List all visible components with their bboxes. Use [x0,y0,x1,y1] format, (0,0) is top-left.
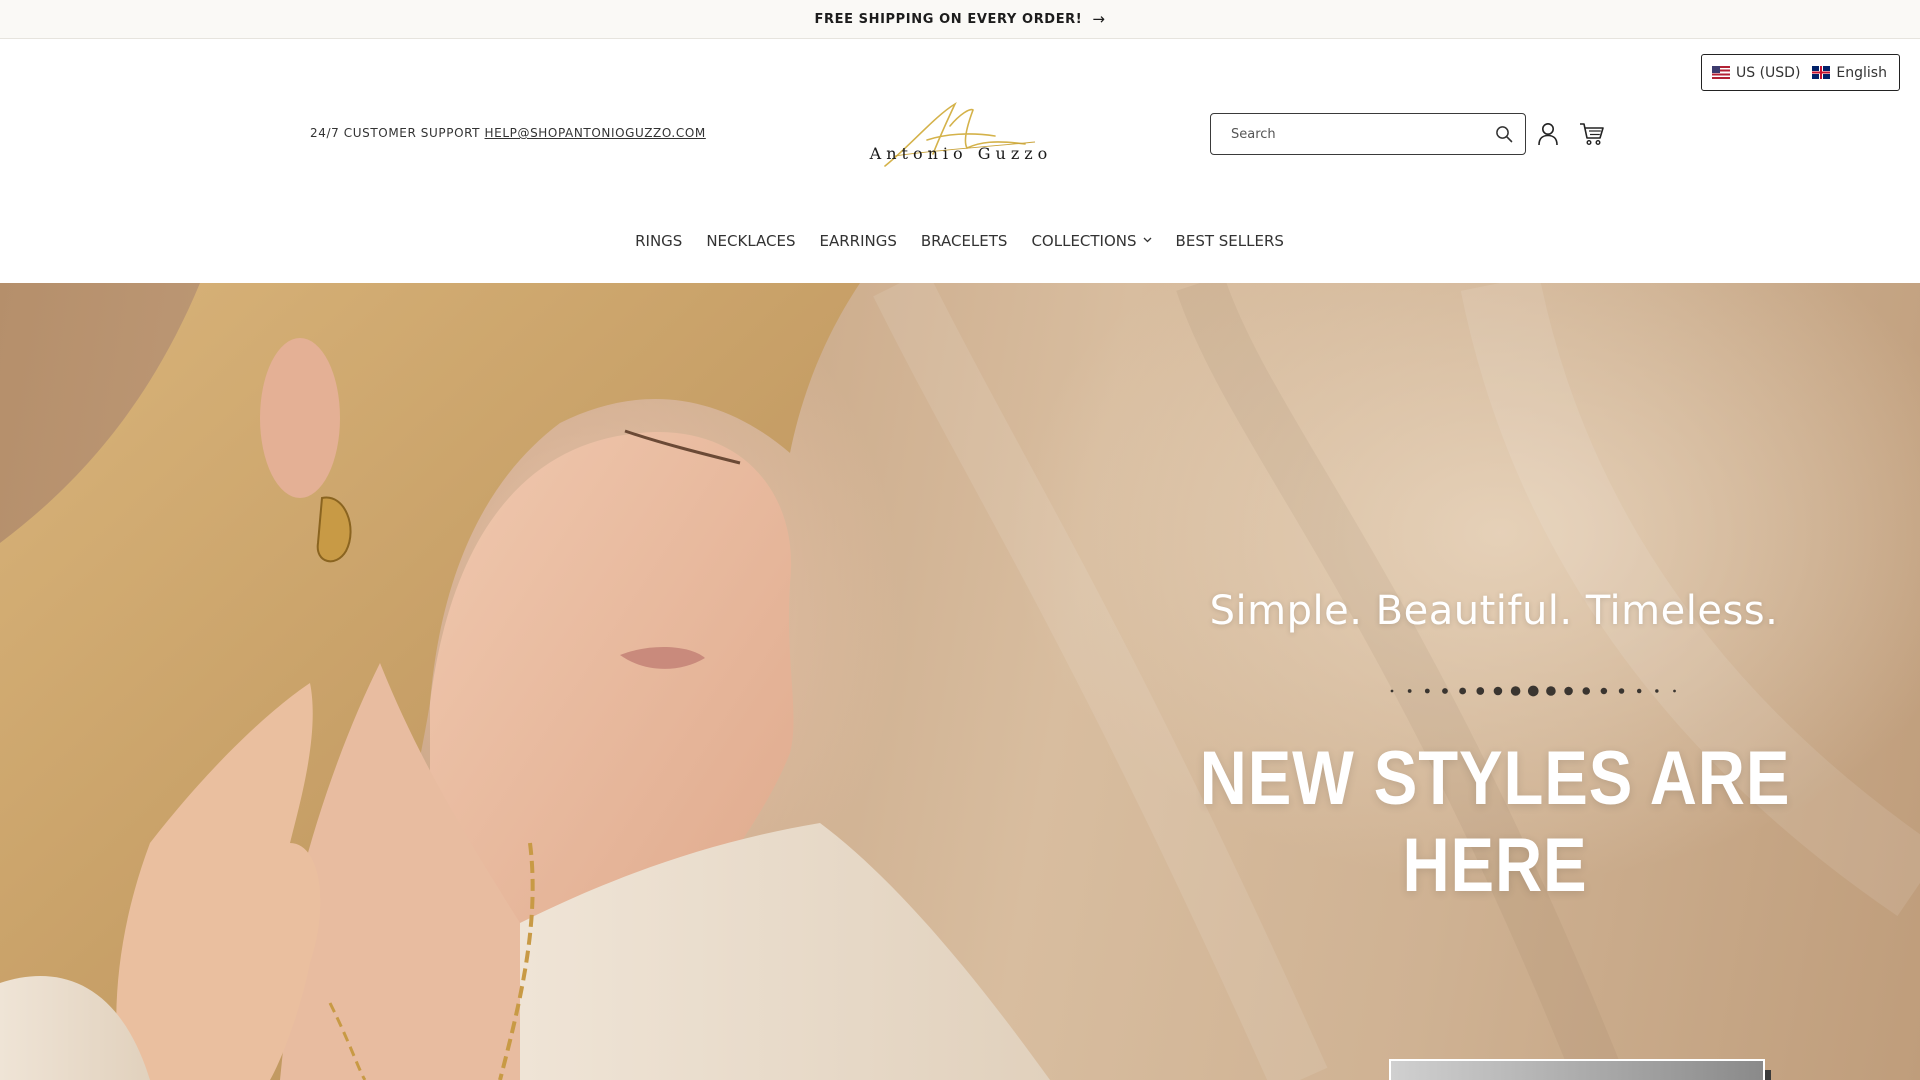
hero-banner[interactable]: Simple. Beautiful. Timeless. NEW STYLES … [0,283,1920,1080]
search-input[interactable] [1231,126,1495,142]
nav-item-label: BEST SELLERS [1175,232,1284,250]
language-label: English [1836,64,1887,81]
arrow-right-icon: → [1092,10,1106,28]
cart-icon[interactable] [1578,121,1606,147]
currency-label: US (USD) [1736,64,1801,81]
brand-logo[interactable]: Antonio Guzzo [855,96,1065,170]
hero-tagline: Simple. Beautiful. Timeless. [1209,588,1779,634]
language-selector[interactable]: English [1812,65,1887,81]
currency-selector[interactable]: US (USD) [1712,65,1800,81]
logo-text: Antonio Guzzo [869,144,1053,163]
announcement-text: FREE SHIPPING ON EVERY ORDER! [814,11,1083,27]
announcement-bar[interactable]: FREE SHIPPING ON EVERY ORDER! → [0,0,1920,39]
main-navigation: RINGS NECKLACES EARRINGS BRACELETS COLLE… [0,228,1920,254]
uk-flag-icon [1812,66,1831,79]
nav-item-necklaces[interactable]: NECKLACES [706,232,795,250]
nav-item-earrings[interactable]: EARRINGS [820,232,897,250]
nav-item-label: BRACELETS [920,232,1008,250]
search-icon[interactable] [1495,125,1513,143]
nav-item-collections[interactable]: COLLECTIONS [1031,232,1152,250]
hero-headline: NEW STYLES ARE HERE [1199,736,1791,908]
account-icon[interactable] [1536,121,1560,147]
customer-support: 24/7 CUSTOMER SUPPORT HELP@SHOPANTONIOGU… [310,126,706,140]
nav-item-bracelets[interactable]: BRACELETS [921,232,1008,250]
chevron-down-icon [1143,236,1152,246]
hero-model-image [0,283,1920,1080]
hero-cta-button[interactable] [1389,1059,1765,1080]
nav-item-label: RINGS [635,232,683,250]
decorative-dots-divider [1390,685,1676,697]
nav-item-label: EARRINGS [819,232,897,250]
localization-selector: US (USD) English [1701,54,1900,91]
nav-item-label: NECKLACES [706,232,796,250]
us-flag-icon [1712,66,1730,79]
nav-item-best-sellers[interactable]: BEST SELLERS [1176,232,1284,250]
support-label: 24/7 CUSTOMER SUPPORT [310,126,481,140]
nav-item-label: COLLECTIONS [1031,232,1137,250]
nav-item-rings[interactable]: RINGS [635,232,682,250]
search-bar[interactable] [1210,113,1526,155]
support-email-link[interactable]: HELP@SHOPANTONIOGUZZO.COM [485,126,706,140]
cta-shadow [1765,1070,1771,1080]
